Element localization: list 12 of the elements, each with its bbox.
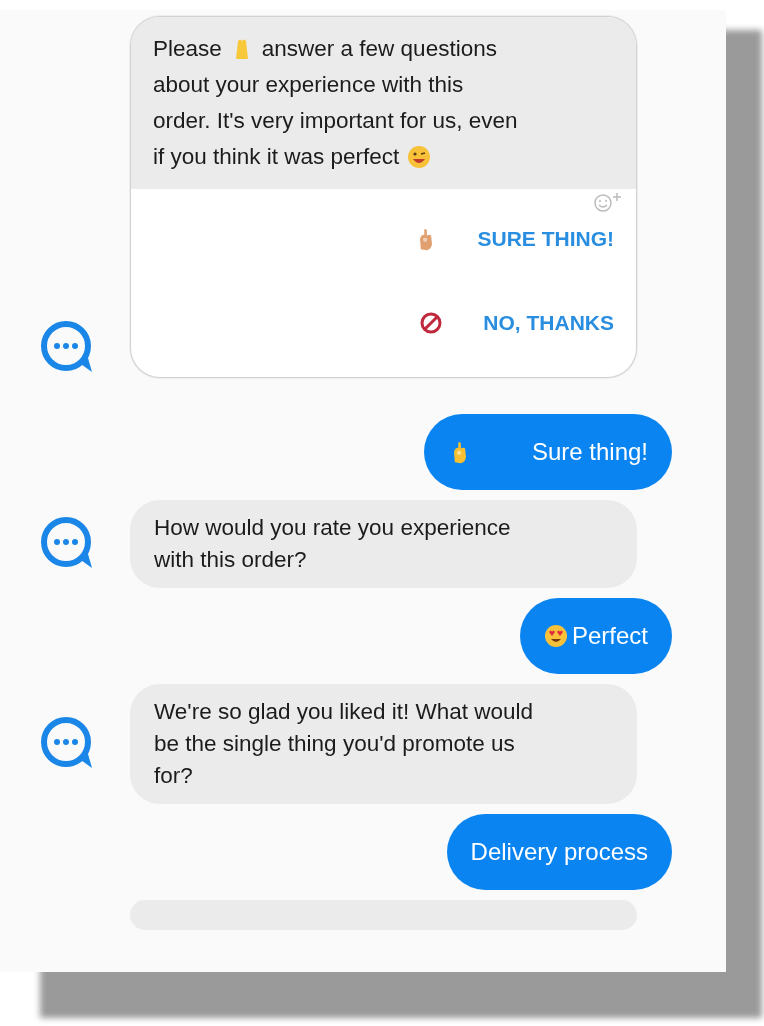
quick-reply-button[interactable]: NO, THANKS [153, 281, 614, 365]
message-text: Please [153, 35, 222, 63]
reply-bubble[interactable]: Delivery process [446, 814, 672, 890]
message-bubble: How would you rate you experience with this order? [130, 500, 637, 588]
message-text: about your experience with this [153, 71, 464, 99]
quick-reply-button[interactable]: SURE THING! [153, 197, 614, 281]
message-bubble: We're so glad you liked it! What would be the single thing you'd promote us for? [130, 684, 637, 804]
message-text: answer a few questions [261, 35, 497, 63]
message-text: order. It's very important for us, even [153, 107, 518, 135]
reply-bubble[interactable]: Perfect [519, 598, 672, 674]
message-text: if you think it was perfect [153, 143, 400, 171]
reply-bubble[interactable]: Sure thing! [423, 414, 672, 490]
